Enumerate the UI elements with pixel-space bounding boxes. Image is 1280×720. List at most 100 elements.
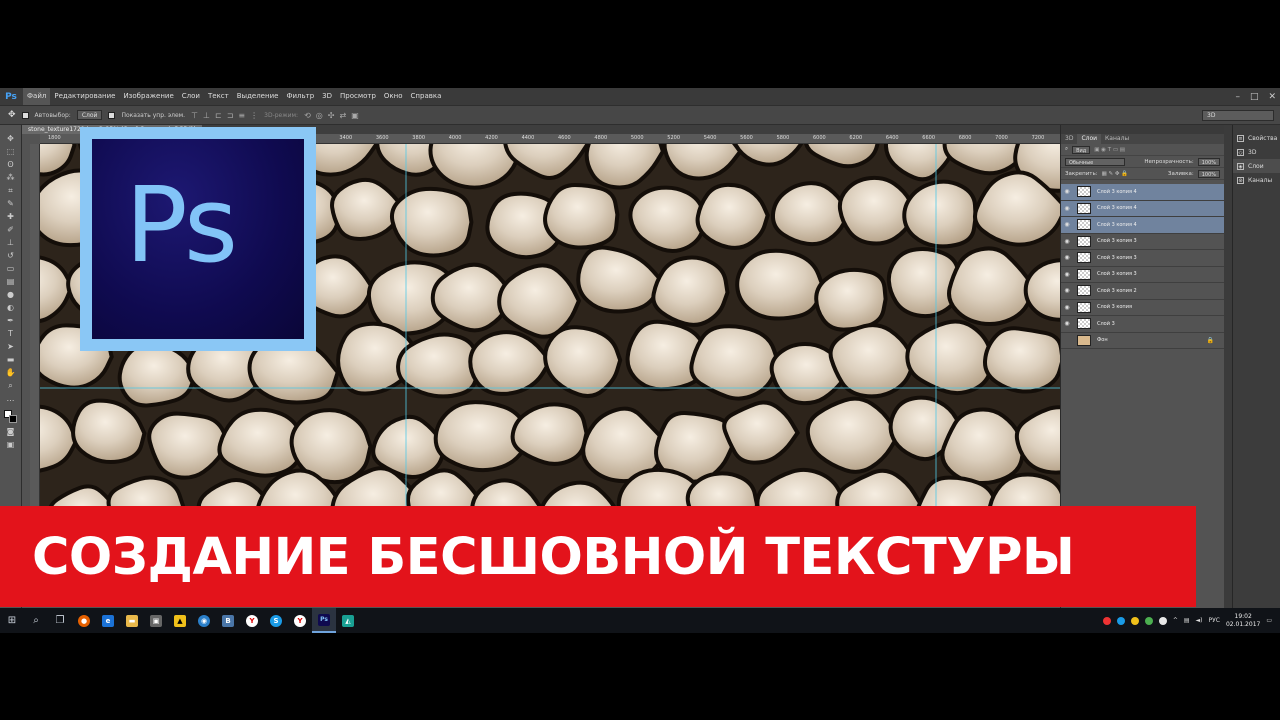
app-icon-a[interactable]: ▲	[168, 608, 192, 633]
tray-app-icon[interactable]	[1144, 616, 1153, 625]
shape-tool-icon[interactable]: ▬	[4, 354, 18, 365]
menu-edit[interactable]: Редактирование	[50, 88, 119, 105]
align-middle-icon[interactable]: ⊥	[203, 111, 210, 120]
autoselect-checkbox[interactable]	[21, 111, 29, 119]
language-indicator[interactable]: РУС	[1209, 617, 1220, 624]
edge-icon[interactable]: e	[96, 608, 120, 633]
panel-collapse-strip[interactable]	[1224, 125, 1232, 632]
menu-type[interactable]: Текст	[204, 88, 233, 105]
history-brush-tool-icon[interactable]: ↺	[4, 250, 18, 261]
maximize-icon[interactable]: □	[1250, 92, 1259, 102]
zoom-tool-icon[interactable]: ⌕	[4, 380, 18, 391]
hand-tool-icon[interactable]: ✋	[4, 367, 18, 378]
skype-icon[interactable]: S	[264, 608, 288, 633]
menu-layers[interactable]: Слои	[178, 88, 204, 105]
more-tools-icon[interactable]: …	[4, 393, 18, 404]
quick-select-tool-icon[interactable]: ⁂	[4, 172, 18, 183]
chevron-up-icon[interactable]: ^	[1173, 617, 1178, 624]
gradient-tool-icon[interactable]: ▤	[4, 276, 18, 287]
tab-3d[interactable]: 3D	[1061, 134, 1077, 144]
eyedropper-tool-icon[interactable]: ✎	[4, 198, 18, 209]
eye-icon[interactable]: ◉	[1061, 238, 1073, 245]
layer-filter-dropdown[interactable]: Вид	[1072, 145, 1091, 154]
distribute-icon[interactable]: ≡	[238, 111, 245, 120]
blend-mode-dropdown[interactable]: Обычные	[1065, 157, 1125, 166]
tray-app-icon[interactable]	[1102, 616, 1111, 625]
menu-file[interactable]: Файл	[23, 88, 51, 105]
task-view-icon[interactable]: ❐	[48, 608, 72, 633]
tray-app-icon[interactable]	[1130, 616, 1139, 625]
panel-3d[interactable]: ◇ 3D	[1233, 145, 1280, 159]
move-tool-icon[interactable]: ✥	[8, 110, 16, 120]
eraser-tool-icon[interactable]: ▭	[4, 263, 18, 274]
3d-pan-icon[interactable]: ✣	[328, 111, 335, 120]
layer-row[interactable]: ◉ Слой 3 копия	[1061, 300, 1224, 316]
panel-layers[interactable]: ◈ Слои	[1233, 159, 1280, 173]
fill-input[interactable]: 100%	[1197, 169, 1220, 178]
eye-icon[interactable]: ◉	[1061, 188, 1073, 195]
workspace-dropdown[interactable]: 3D	[1202, 110, 1274, 121]
move-tool-icon[interactable]: ✥	[4, 133, 18, 144]
menu-window[interactable]: Окно	[380, 88, 407, 105]
healing-tool-icon[interactable]: ✚	[4, 211, 18, 222]
menu-image[interactable]: Изображение	[119, 88, 177, 105]
app-icon-teal[interactable]: ◭	[336, 608, 360, 633]
tab-channels[interactable]: Каналы	[1101, 134, 1133, 144]
pen-tool-icon[interactable]: ✒	[4, 315, 18, 326]
file-explorer-icon[interactable]: ▬	[120, 608, 144, 633]
search-icon[interactable]: ⌕	[24, 608, 48, 633]
eye-icon[interactable]: ◉	[1061, 221, 1073, 228]
photoshop-app-icon[interactable]: Ps	[2, 90, 20, 104]
minimize-icon[interactable]: –	[1235, 92, 1240, 102]
tray-app-icon[interactable]	[1158, 616, 1167, 625]
eye-icon[interactable]: ◉	[1061, 304, 1073, 311]
crop-tool-icon[interactable]: ⌗	[4, 185, 18, 196]
panel-properties[interactable]: ≡ Свойства	[1233, 131, 1280, 145]
filter-icons[interactable]: ▣ ◉ T ▭ ▤	[1094, 147, 1125, 153]
lasso-tool-icon[interactable]: ʘ	[4, 159, 18, 170]
marquee-tool-icon[interactable]: ⬚	[4, 146, 18, 157]
layer-row-background[interactable]: Фон 🔒	[1061, 333, 1224, 349]
3d-roll-icon[interactable]: ◎	[316, 111, 323, 120]
layer-row[interactable]: ◉ Слой 3 копия 4	[1061, 200, 1224, 217]
network-icon[interactable]: ▤	[1184, 617, 1190, 624]
store-icon[interactable]: ▣	[144, 608, 168, 633]
eye-icon[interactable]: ◉	[1061, 205, 1073, 212]
layer-row[interactable]: ◉ Слой 3 копия 2	[1061, 283, 1224, 300]
layer-row[interactable]: ◉ Слой 3	[1061, 316, 1224, 333]
eye-icon[interactable]: ◉	[1061, 287, 1073, 294]
ruler-vertical[interactable]	[30, 144, 40, 564]
eye-icon[interactable]: ◉	[1061, 320, 1073, 327]
tray-app-icon[interactable]	[1116, 616, 1125, 625]
3d-scale-icon[interactable]: ▣	[351, 111, 359, 120]
show-controls-checkbox[interactable]	[108, 111, 116, 119]
eye-icon[interactable]: ◉	[1061, 254, 1073, 261]
layer-row[interactable]: ◉ Слой 3 копия 3	[1061, 267, 1224, 283]
align-center-icon[interactable]: ⊐	[227, 111, 234, 120]
start-button[interactable]: ⊞	[0, 608, 24, 633]
autoselect-dropdown[interactable]: Слой	[76, 110, 103, 120]
3d-slide-icon[interactable]: ⇄	[339, 111, 346, 120]
opacity-input[interactable]: 100%	[1197, 157, 1220, 166]
brush-tool-icon[interactable]: ✐	[4, 224, 18, 235]
quick-mask-icon[interactable]: ◙	[4, 426, 18, 437]
panel-channels[interactable]: ⊛ Каналы	[1233, 173, 1280, 187]
menu-view[interactable]: Просмотр	[336, 88, 380, 105]
tab-layers[interactable]: Слои	[1077, 134, 1102, 144]
blur-tool-icon[interactable]: ●	[4, 289, 18, 300]
close-icon[interactable]: ✕	[1268, 92, 1276, 102]
menu-filter[interactable]: Фильтр	[282, 88, 318, 105]
stamp-tool-icon[interactable]: ⊥	[4, 237, 18, 248]
firefox-icon[interactable]: ●	[72, 608, 96, 633]
menu-help[interactable]: Справка	[407, 88, 446, 105]
color-swatches[interactable]	[3, 410, 18, 424]
path-select-tool-icon[interactable]: ➤	[4, 341, 18, 352]
distribute-h-icon[interactable]: ⋮	[250, 111, 258, 120]
yandex-browser-icon[interactable]: Y	[288, 608, 312, 633]
layer-row[interactable]: ◉ Слой 3 копия 3	[1061, 234, 1224, 250]
volume-icon[interactable]: ◄)	[1196, 617, 1203, 624]
vk-icon[interactable]: B	[216, 608, 240, 633]
photoshop-taskbar-icon[interactable]: Ps	[312, 608, 336, 633]
dodge-tool-icon[interactable]: ◐	[4, 302, 18, 313]
lock-icons[interactable]: ▦ ✎ ✥ 🔒	[1102, 171, 1129, 177]
